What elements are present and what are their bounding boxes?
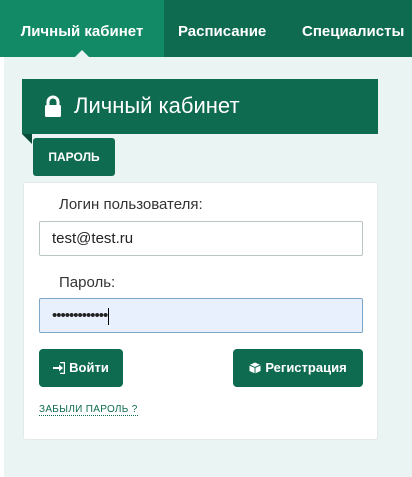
login-button-label: Войти: [69, 360, 109, 375]
sign-in-icon: [53, 361, 66, 375]
nav-tab-label: Личный кабинет: [20, 23, 144, 40]
nav-tab-schedule[interactable]: Расписание: [178, 0, 266, 57]
page-title: Личный кабинет: [74, 93, 240, 118]
text-caret: [108, 307, 110, 325]
login-input-value: test@test.ru: [52, 230, 134, 247]
login-form-card: Логин пользователя: test@test.ru Пароль:…: [23, 182, 378, 440]
password-input[interactable]: •••••••••••••: [39, 298, 363, 333]
nav-tab-label: Расписание: [178, 23, 267, 40]
register-button-label: Регистрация: [265, 360, 347, 375]
login-button[interactable]: Войти: [39, 349, 123, 387]
password-input-value: •••••••••••••: [52, 307, 108, 324]
register-button[interactable]: Регистрация: [233, 349, 363, 387]
cube-icon: [249, 362, 262, 374]
nav-tab-specialists[interactable]: Специалисты: [302, 0, 404, 57]
login-input[interactable]: test@test.ru: [39, 221, 363, 256]
nav-tab-label: Специалисты: [302, 23, 405, 40]
forgot-password-link[interactable]: ЗАБЫЛИ ПАРОЛЬ ?: [39, 404, 138, 416]
lock-icon: [45, 95, 61, 117]
page-header: Личный кабинет: [22, 79, 378, 144]
top-navigation: Личный кабинет Расписание Специалисты: [0, 0, 412, 57]
tab-password[interactable]: ПАРОЛЬ: [33, 138, 115, 176]
login-label: Логин пользователя:: [59, 196, 203, 213]
password-label: Пароль:: [59, 274, 116, 291]
nav-tab-account[interactable]: Личный кабинет: [0, 0, 164, 57]
